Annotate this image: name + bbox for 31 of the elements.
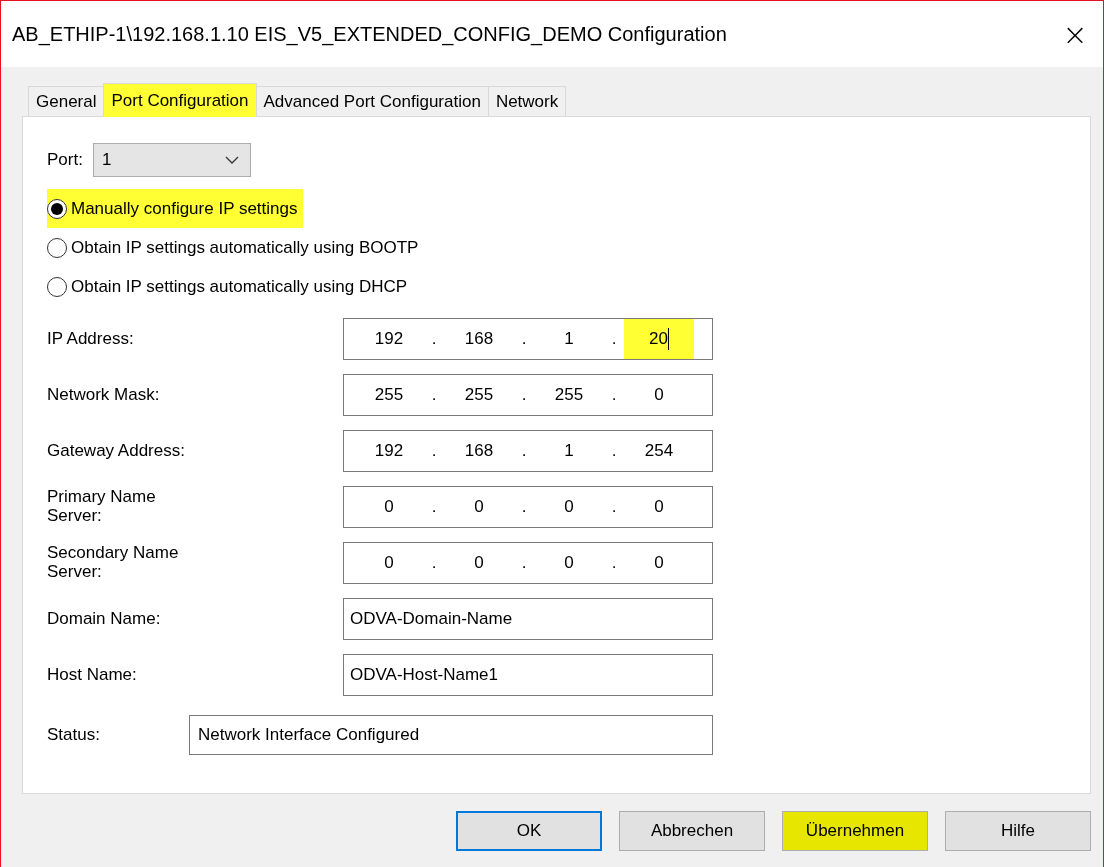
field-label: Network Mask: <box>47 385 161 405</box>
dialog-button[interactable]: Abbrechen <box>619 811 765 851</box>
port-dropdown[interactable]: 1 <box>92 143 251 177</box>
chevron-down-icon <box>224 156 239 164</box>
dialog-button[interactable]: Übernehmen <box>782 811 928 851</box>
field-label: IP Address: <box>47 329 135 349</box>
dialog-button[interactable]: OK <box>456 811 602 851</box>
port-label: Port: <box>47 150 83 170</box>
close-button[interactable]: × <box>1047 6 1103 62</box>
text-field[interactable]: ODVA-Host-Name1 <box>343 654 713 696</box>
field-label: Primary Name Server: <box>47 488 157 526</box>
window-title: AB_ETHIP-1\192.168.1.10 EIS_V5_EXTENDED_CONFIG_DEMO Configuration <box>12 22 727 46</box>
ip-address-field[interactable]: 255 . 255 . 255 . 0 <box>343 374 713 416</box>
ip-address-field[interactable]: 0 . 0 . 0 . 0 <box>343 542 713 584</box>
field-label: Domain Name: <box>47 609 162 629</box>
ip-address-field[interactable]: 0 . 0 . 0 . 0 <box>343 486 713 528</box>
radio-option[interactable]: Obtain IP settings automatically using BOOTP <box>47 228 425 267</box>
ip-address-field[interactable]: 192 . 168 . 1 . 20 <box>343 318 713 360</box>
status-label: Status: <box>47 725 101 745</box>
status-field: Network Interface Configured <box>189 715 713 755</box>
field-label: Secondary Name Server: <box>47 544 180 582</box>
field-label: Host Name: <box>47 665 138 685</box>
tab[interactable]: Network <box>487 86 567 116</box>
text-field[interactable]: ODVA-Domain-Name <box>343 598 713 640</box>
radio-option[interactable]: Obtain IP settings automatically using DHCP <box>47 267 414 306</box>
tab[interactable]: General <box>28 86 105 116</box>
field-label: Gateway Address: <box>47 441 186 461</box>
ip-address-field[interactable]: 192 . 168 . 1 . 254 <box>343 430 713 472</box>
tab[interactable]: Port Configuration <box>103 83 257 117</box>
dialog-button[interactable]: Hilfe <box>945 811 1091 851</box>
radio-option[interactable]: Manually configure IP settings <box>47 189 304 228</box>
